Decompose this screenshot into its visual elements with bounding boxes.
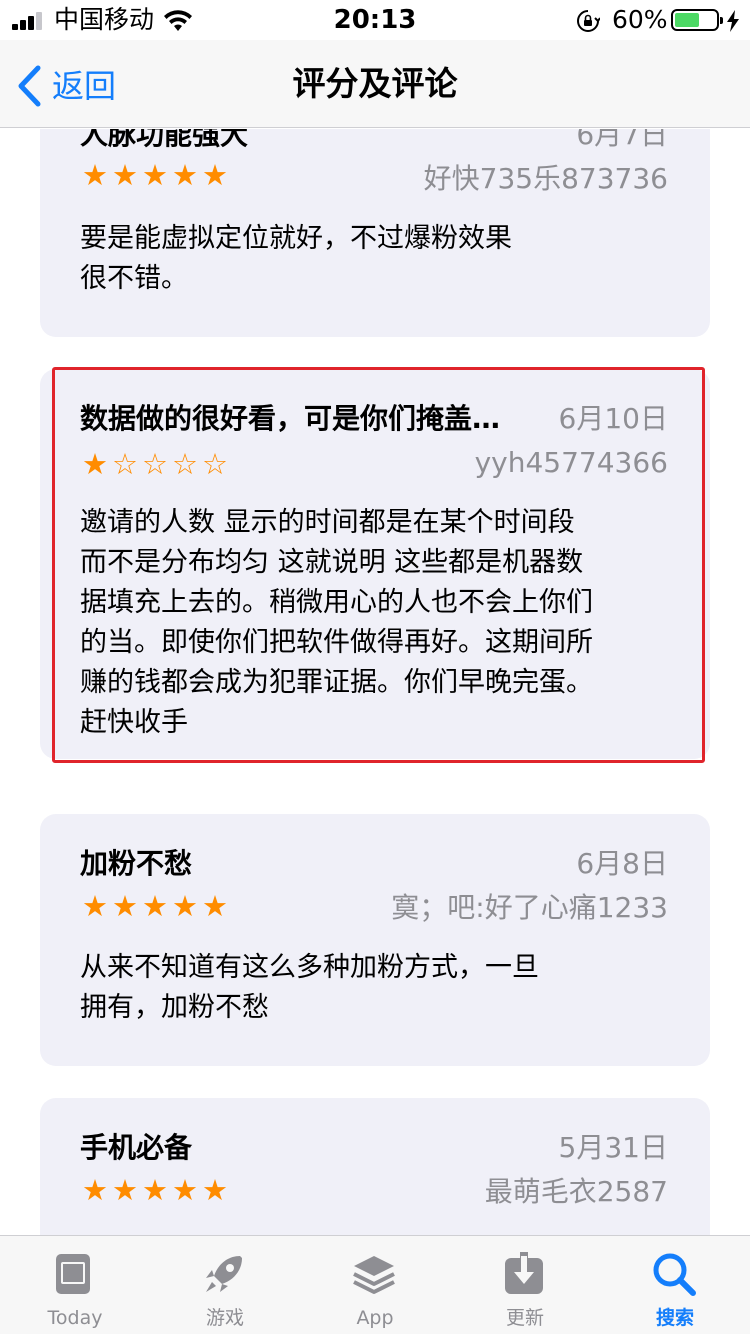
star-filled-icon: ★ [202,158,228,192]
star-rating: ★ ★ ★ ★ ★ [80,892,230,922]
battery-icon [671,9,723,31]
star-filled-icon: ★ [142,1173,168,1207]
review-title: 手机必备 [80,1131,193,1164]
review-body-line: 很不错。 [80,263,188,294]
star-filled-icon: ★ [112,158,138,192]
review-body-line: 从来不知道有这么多种加粉方式，一旦 [80,952,539,983]
review-author: 最萌毛衣2587 [484,1175,668,1208]
today-icon [56,1254,90,1294]
star-filled-icon: ★ [172,889,198,923]
star-filled-icon: ★ [142,889,168,923]
review-title: 数据做的很好看，可是你们掩盖… [80,402,501,435]
review-body-line: 据填充上去的。稍微用心的人也不会上你们 [80,587,593,618]
rocket-icon [206,1256,242,1292]
review-author: 寞；吧:好了心痛1233 [391,891,668,924]
star-empty-icon: ☆ [202,447,228,481]
review-body: 要是能虚拟定位就好，不过爆粉效果 很不错。 [80,219,512,299]
review-body-line: 的当。即使你们把软件做得再好。这期间所 [80,627,593,658]
review-date: 6月7日 [576,129,668,151]
review-date: 6月8日 [576,847,668,880]
review-body: 邀请的人数 显示的时间都是在某个时间段 而不是分布均匀 这就说明 这些都是机器数… [80,503,593,743]
review-body-line: 赶快收手 [80,707,188,738]
charging-bolt-icon [727,10,739,32]
star-filled-icon: ★ [202,1173,228,1207]
star-filled-icon: ★ [172,158,198,192]
review-title: 人脉功能强大 [80,129,249,151]
star-empty-icon: ☆ [112,447,138,481]
star-filled-icon: ★ [172,1173,198,1207]
star-empty-icon: ☆ [172,447,198,481]
rotation-lock-icon [577,10,600,32]
tab-today[interactable]: Today [0,1236,150,1334]
tab-updates[interactable]: 更新 [450,1236,600,1334]
battery-percent: 60% [612,5,668,34]
review-card[interactable]: 数据做的很好看，可是你们掩盖… 6月10日 ★ ☆ ☆ ☆ ☆ yyh45774366 … [40,369,710,759]
reviews-list[interactable]: 人脉功能强大 6月7日 ★ ★ ★ ★ ★ 好快735乐873736 要是能虚拟定位就好… [0,129,750,1235]
tab-label: Today [47,1307,103,1329]
star-filled-icon: ★ [82,158,108,192]
review-body-line: 邀请的人数 显示的时间都是在某个时间段 [80,507,575,538]
tab-label: 搜索 [655,1307,694,1329]
review-author: yyh45774366 [474,446,668,479]
update-icon [505,1252,543,1294]
star-filled-icon: ★ [142,158,168,192]
review-author: 好快735乐873736 [423,162,668,195]
review-body: 从来不知道有这么多种加粉方式，一旦 拥有，加粉不愁 [80,948,539,1028]
navigation-bar: 返回 评分及评论 [0,40,750,128]
tab-apps[interactable]: App [300,1236,450,1334]
page-title: 评分及评论 [292,64,458,103]
tab-label: 更新 [505,1307,544,1329]
search-icon [653,1253,696,1296]
review-card[interactable]: 人脉功能强大 6月7日 ★ ★ ★ ★ ★ 好快735乐873736 要是能虚拟定位就好… [40,129,710,337]
tab-label: 游戏 [205,1307,244,1329]
star-filled-icon: ★ [82,447,108,481]
star-filled-icon: ★ [112,889,138,923]
tab-label: App [356,1307,394,1329]
review-body-line: 赚的钱都会成为犯罪证据。你们早晚完蛋。 [80,667,593,698]
app-stack-icon [353,1256,395,1294]
star-rating: ★ ★ ★ ★ ★ [80,1176,230,1206]
star-filled-icon: ★ [202,889,228,923]
status-bar: 中国移动 20:13 60% [0,0,750,40]
review-body-line: 拥有，加粉不愁 [80,992,269,1023]
star-filled-icon: ★ [112,1173,138,1207]
battery-level-fill [675,13,699,27]
review-card[interactable]: 手机必备 5月31日 ★ ★ ★ ★ ★ 最萌毛衣2587 [40,1098,710,1235]
star-filled-icon: ★ [82,1173,108,1207]
review-date: 5月31日 [558,1131,668,1164]
review-title: 加粉不愁 [80,847,193,880]
review-body-line: 而不是分布均匀 这就说明 这些都是机器数 [80,547,584,578]
star-filled-icon: ★ [82,889,108,923]
star-rating: ★ ★ ★ ★ ★ [80,161,230,191]
review-body-line: 要是能虚拟定位就好，不过爆粉效果 [80,223,512,254]
review-date: 6月10日 [558,402,668,435]
tab-search[interactable]: 搜索 [600,1236,750,1334]
tab-bar: Today 游戏 App 更新 搜索 [0,1235,750,1334]
star-empty-icon: ☆ [142,447,168,481]
star-rating: ★ ☆ ☆ ☆ ☆ [80,450,230,480]
tab-games[interactable]: 游戏 [150,1236,300,1334]
review-card[interactable]: 加粉不愁 6月8日 ★ ★ ★ ★ ★ 寞；吧:好了心痛1233 从来不知道有这么多种加… [40,814,710,1066]
